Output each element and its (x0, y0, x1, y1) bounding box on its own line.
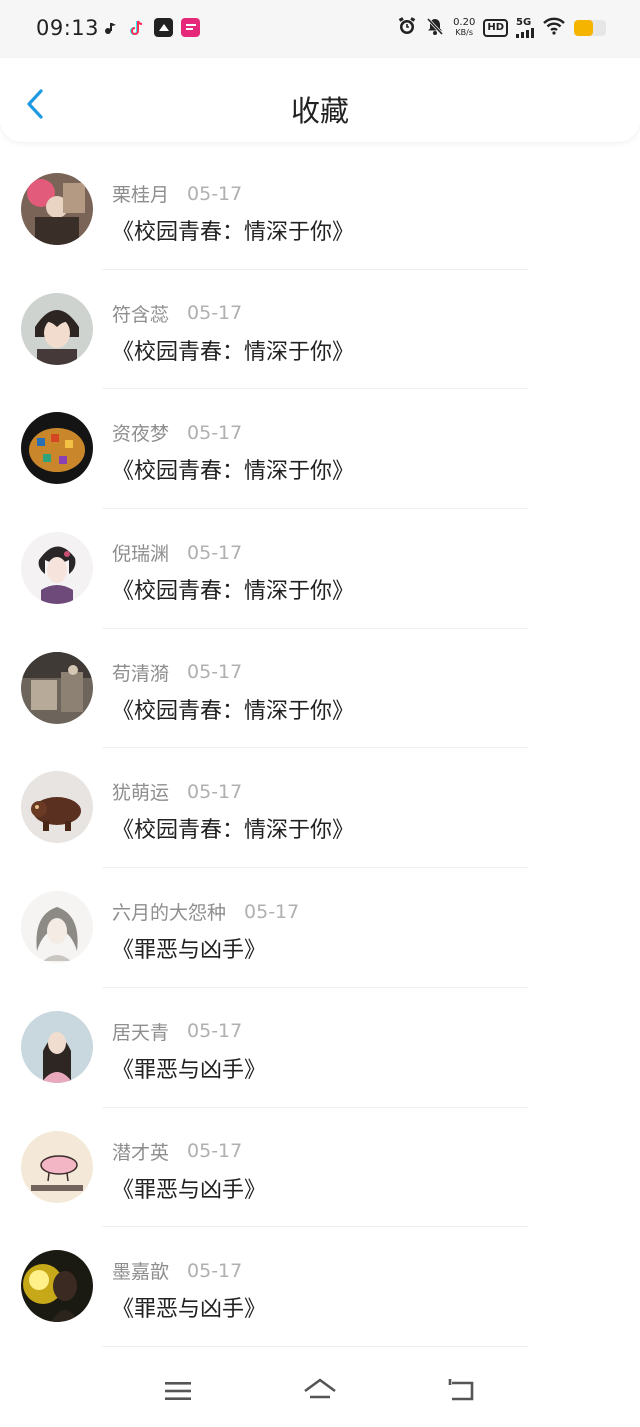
avatar[interactable] (21, 292, 93, 365)
item-meta: 居天青 05-17 (112, 1018, 242, 1045)
user-name[interactable]: 潜才英 (112, 1138, 169, 1165)
music-note-icon (100, 18, 119, 37)
avatar[interactable] (21, 651, 93, 724)
list-item[interactable]: 潜才英 05-17 《罪恶与凶手》 (0, 1108, 640, 1228)
back-icon (448, 1379, 474, 1401)
item-meta: 苟清漪 05-17 (112, 659, 242, 686)
avatar[interactable] (21, 173, 93, 245)
system-navigation-bar (0, 1357, 640, 1427)
signal-bars-icon (516, 28, 534, 38)
menu-button[interactable] (158, 1373, 198, 1409)
item-meta: 符含蕊 05-17 (112, 300, 242, 327)
avatar[interactable] (21, 412, 93, 485)
list-item[interactable]: 六月的大怨种 05-17 《罪恶与凶手》 (0, 868, 640, 988)
list-item[interactable]: 倪瑞渊 05-17 《校园青春：情深于你》 (0, 509, 640, 629)
user-name[interactable]: 苟清漪 (112, 659, 169, 686)
avatar[interactable] (21, 891, 93, 964)
network-type: 5G (516, 17, 532, 28)
avatar[interactable] (21, 1250, 93, 1323)
book-title[interactable]: 《罪恶与凶手》 (112, 1291, 266, 1323)
item-meta: 墨嘉歆 05-17 (112, 1257, 242, 1284)
user-name[interactable]: 栗桂月 (112, 180, 169, 207)
item-date: 05-17 (187, 182, 243, 205)
book-title[interactable]: 《校园青春：情深于你》 (112, 573, 354, 605)
user-name[interactable]: 符含蕊 (112, 300, 169, 327)
book-title[interactable]: 《校园青春：情深于你》 (112, 812, 354, 844)
book-title[interactable]: 《校园青春：情深于你》 (112, 334, 354, 366)
item-date: 05-17 (187, 1259, 243, 1282)
tiktok-icon (127, 18, 146, 37)
magazine-app-icon (181, 18, 200, 37)
user-name[interactable]: 犹萌运 (112, 778, 169, 805)
item-meta: 犹萌运 05-17 (112, 778, 242, 805)
avatar[interactable] (21, 1130, 93, 1203)
item-date: 05-17 (187, 1020, 243, 1043)
item-date: 05-17 (244, 900, 300, 923)
user-name[interactable]: 居天青 (112, 1018, 169, 1045)
user-name[interactable]: 倪瑞渊 (112, 539, 169, 566)
mute-bell-icon (425, 16, 445, 40)
net-speed-unit: KB/s (455, 28, 473, 37)
book-title[interactable]: 《罪恶与凶手》 (112, 1172, 266, 1204)
item-date: 05-17 (187, 661, 243, 684)
list-item[interactable]: 符含蕊 05-17 《校园青春：情深于你》 (0, 270, 640, 390)
hd-badge: HD (483, 19, 508, 37)
page-title: 收藏 (290, 94, 349, 128)
app-icon (154, 18, 173, 37)
home-button[interactable] (300, 1373, 340, 1409)
status-time: 09:13 (36, 16, 100, 40)
list-item[interactable]: 居天青 05-17 《罪恶与凶手》 (0, 988, 640, 1108)
list-item[interactable]: 栗桂月 05-17 《校园青春：情深于你》 (0, 150, 640, 270)
item-meta: 六月的大怨种 05-17 (112, 898, 299, 925)
list-item[interactable]: 资夜梦 05-17 《校园青春：情深于你》 (0, 389, 640, 510)
status-bar: 09:13 0.20 KB/s HD 5G (0, 0, 640, 58)
avatar[interactable] (21, 771, 93, 844)
book-title[interactable]: 《校园青春：情深于你》 (112, 453, 354, 485)
book-title[interactable]: 《罪恶与凶手》 (112, 932, 266, 964)
cellular-signal: 5G (516, 18, 534, 38)
user-name[interactable]: 墨嘉歆 (112, 1257, 169, 1284)
divider (102, 1345, 528, 1347)
item-meta: 栗桂月 05-17 (112, 180, 242, 207)
item-meta: 潜才英 05-17 (112, 1138, 242, 1165)
wifi-icon (542, 17, 566, 39)
user-name[interactable]: 资夜梦 (112, 419, 169, 446)
book-title[interactable]: 《罪恶与凶手》 (112, 1052, 266, 1084)
top-navigation-bar: 收藏 (0, 58, 640, 142)
book-title[interactable]: 《校园青春：情深于你》 (112, 214, 354, 246)
home-icon (304, 1378, 336, 1399)
battery-level (574, 20, 594, 36)
item-meta: 资夜梦 05-17 (112, 419, 242, 446)
notification-icons (100, 18, 200, 37)
system-status-icons: 0.20 KB/s HD 5G (397, 16, 606, 40)
book-title[interactable]: 《校园青春：情深于你》 (112, 693, 354, 725)
item-date: 05-17 (187, 302, 243, 325)
favorites-list: 栗桂月 05-17 《校园青春：情深于你》 符含蕊 05-17 《校园青春：情深… (0, 150, 640, 1347)
item-date: 05-17 (187, 1140, 243, 1162)
alarm-icon (397, 16, 417, 40)
item-date: 05-17 (187, 421, 243, 444)
list-item[interactable]: 苟清漪 05-17 《校园青春：情深于你》 (0, 629, 640, 749)
battery-icon (574, 20, 606, 36)
user-name[interactable]: 六月的大怨种 (112, 898, 226, 925)
menu-icon (165, 1382, 191, 1400)
avatar[interactable] (21, 532, 93, 605)
net-speed-value: 0.20 (453, 17, 476, 28)
avatar[interactable] (21, 1010, 93, 1083)
item-date: 05-17 (187, 541, 243, 564)
network-speed: 0.20 KB/s (453, 18, 475, 38)
item-meta: 倪瑞渊 05-17 (112, 539, 242, 566)
list-item[interactable]: 犹萌运 05-17 《校园青春：情深于你》 (0, 748, 640, 869)
back-nav-button[interactable] (442, 1373, 482, 1409)
list-item[interactable]: 墨嘉歆 05-17 《罪恶与凶手》 (0, 1227, 640, 1347)
item-date: 05-17 (187, 780, 243, 803)
